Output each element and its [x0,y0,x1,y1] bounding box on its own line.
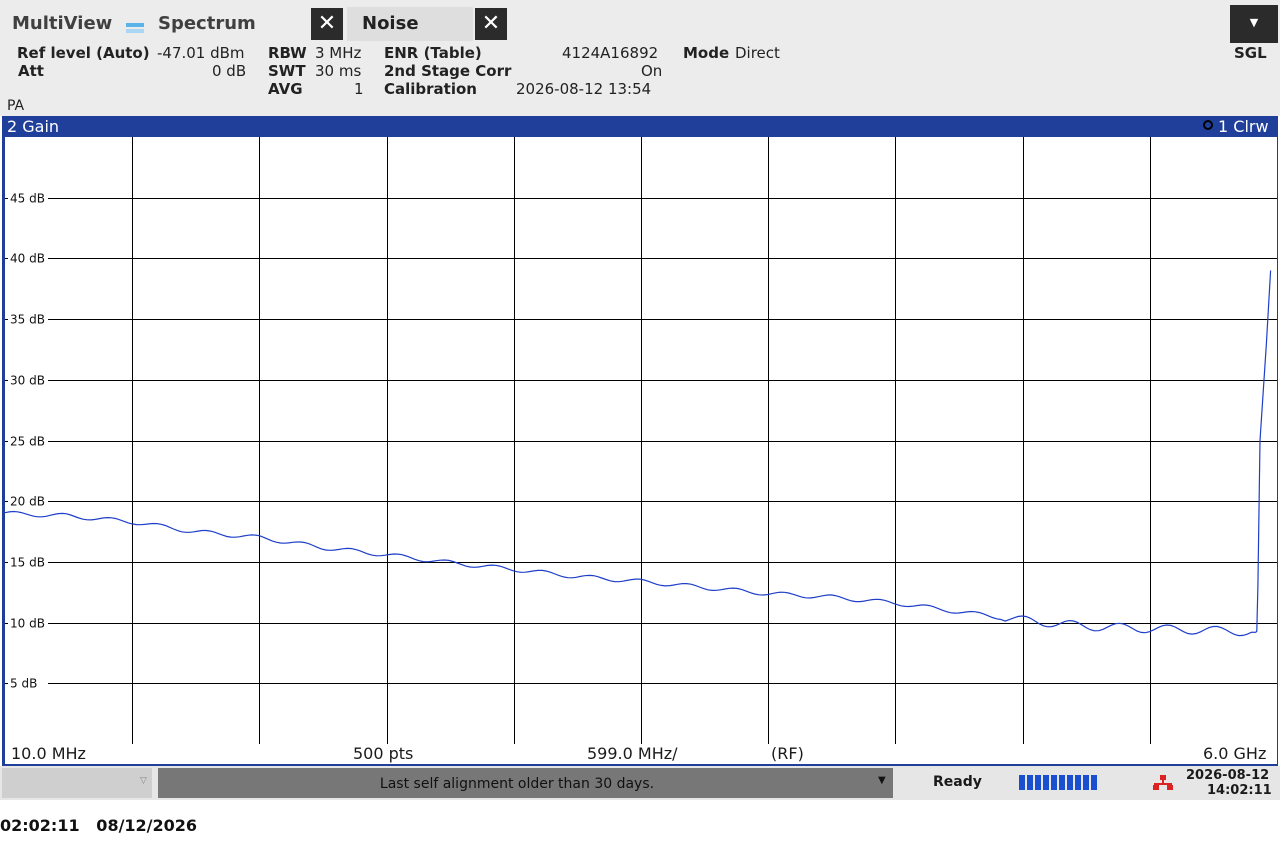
x-stop-label: 6.0 GHz [1203,744,1267,763]
status-message: Last self alignment older than 30 days. [379,776,655,792]
mode-value: Direct [735,44,780,62]
tab-multiview[interactable]: MultiView [0,7,118,41]
network-icon [1153,775,1173,795]
y-tick-label: 45 dB [10,192,45,206]
close-spectrum-button[interactable]: ✕ [311,8,343,40]
y-tick-label: 35 dB [10,313,45,327]
y-tick-label: 15 dB [10,556,45,570]
swt-label: SWT [268,62,306,80]
progress-segment [1091,775,1097,790]
status-bar: ▽ Last self alignment older than 30 days… [0,766,1280,800]
rbw-label: RBW [268,44,307,62]
enr-label: ENR (Table) [384,44,482,62]
progress-segment [1035,775,1041,790]
close-noise-button[interactable]: ✕ [475,8,507,40]
close-icon: ✕ [481,11,501,36]
att-label: Att [18,62,44,80]
status-left-dropdown[interactable]: ▽ [2,768,152,798]
progress-segment [1075,775,1081,790]
x-axis-bar: 10.0 MHz 500 pts 599.0 MHz/ (RF) 6.0 GHz [5,744,1277,764]
progress-segment [1019,775,1025,790]
y-tick-label: 10 dB [10,617,45,631]
x-points-label: 500 pts [353,744,414,763]
rbw-value: 3 MHz [315,44,362,62]
chevron-down-icon: ▽ [140,776,147,786]
tab-spectrum[interactable]: Spectrum [150,7,310,41]
diagram-title-bar: 2 Gain 1 Clrw [2,116,1278,137]
chart-svg: 5 dB 10 dB 15 dB 20 dB 25 dB 30 dB 35 dB 40 dB 4… [5,137,1277,744]
diagram-title: 2 Gain [7,117,60,136]
avg-value: 1 [354,80,364,98]
avg-label: AVG [268,80,303,98]
x-rf-label: (RF) [771,744,804,763]
chevron-down-icon: ▼ [878,775,886,786]
y-tick-label: 20 dB [10,495,45,509]
system-clock: 02:02:11 08/12/2026 [0,816,198,835]
progress-segment [1051,775,1057,790]
y-tick-label: 40 dB [10,252,45,266]
progress-segment [1083,775,1089,790]
sgl-indicator: SGL [1234,44,1267,62]
att-value: 0 dB [212,62,247,80]
tab-noise-label: Noise [362,13,419,34]
plot-area[interactable]: 5 dB 10 dB 15 dB 20 dB 25 dB 30 dB 35 dB 40 dB 4… [5,137,1277,744]
calibration-label: Calibration [384,80,477,98]
tab-noise[interactable]: Noise [347,7,473,41]
gain-trace-line [5,270,1272,637]
trace-marker-icon [1203,120,1213,130]
ready-status: Ready [933,774,982,790]
trace-mode-label: 1 Clrw [1218,117,1269,136]
status-time: 14:02:11 [1207,783,1272,798]
status-date: 2026-08-12 [1186,768,1270,783]
calibration-value: 2026-08-12 13:54 [516,80,652,98]
tab-multiview-label: MultiView [12,13,113,34]
y-tick-label: 5 dB [10,677,37,691]
top-toolbar: MultiView Spectrum ✕ Noise ✕ ▼ Ref level… [0,0,1280,116]
enr-value: 4124A16892 [562,44,659,62]
x-start-label: 10.0 MHz [11,744,86,763]
progress-segment [1043,775,1049,790]
mode-label: Mode [683,44,730,62]
y-tick-label: 25 dB [10,435,45,449]
ref-level-value: -47.01 dBm [157,44,245,62]
x-step-label: 599.0 MHz/ [587,744,678,763]
progress-segment [1027,775,1033,790]
caret-down-icon: ▼ [1249,16,1259,29]
progress-segment [1067,775,1073,790]
stage-corr-value: On [641,62,663,80]
tab-spectrum-label: Spectrum [158,13,256,34]
sweep-progress-bar [1019,775,1099,790]
close-icon: ✕ [317,11,337,36]
ref-level-label: Ref level (Auto) [17,44,150,62]
pa-label: PA [7,98,25,114]
progress-segment [1059,775,1065,790]
message-dropdown[interactable]: Last self alignment older than 30 days. … [158,768,893,798]
stage-corr-label: 2nd Stage Corr [384,62,512,80]
swt-value: 30 ms [315,62,362,80]
overflow-menu-button[interactable]: ▼ [1230,5,1278,43]
spectrum-icon [126,18,144,33]
y-tick-label: 30 dB [10,374,45,388]
